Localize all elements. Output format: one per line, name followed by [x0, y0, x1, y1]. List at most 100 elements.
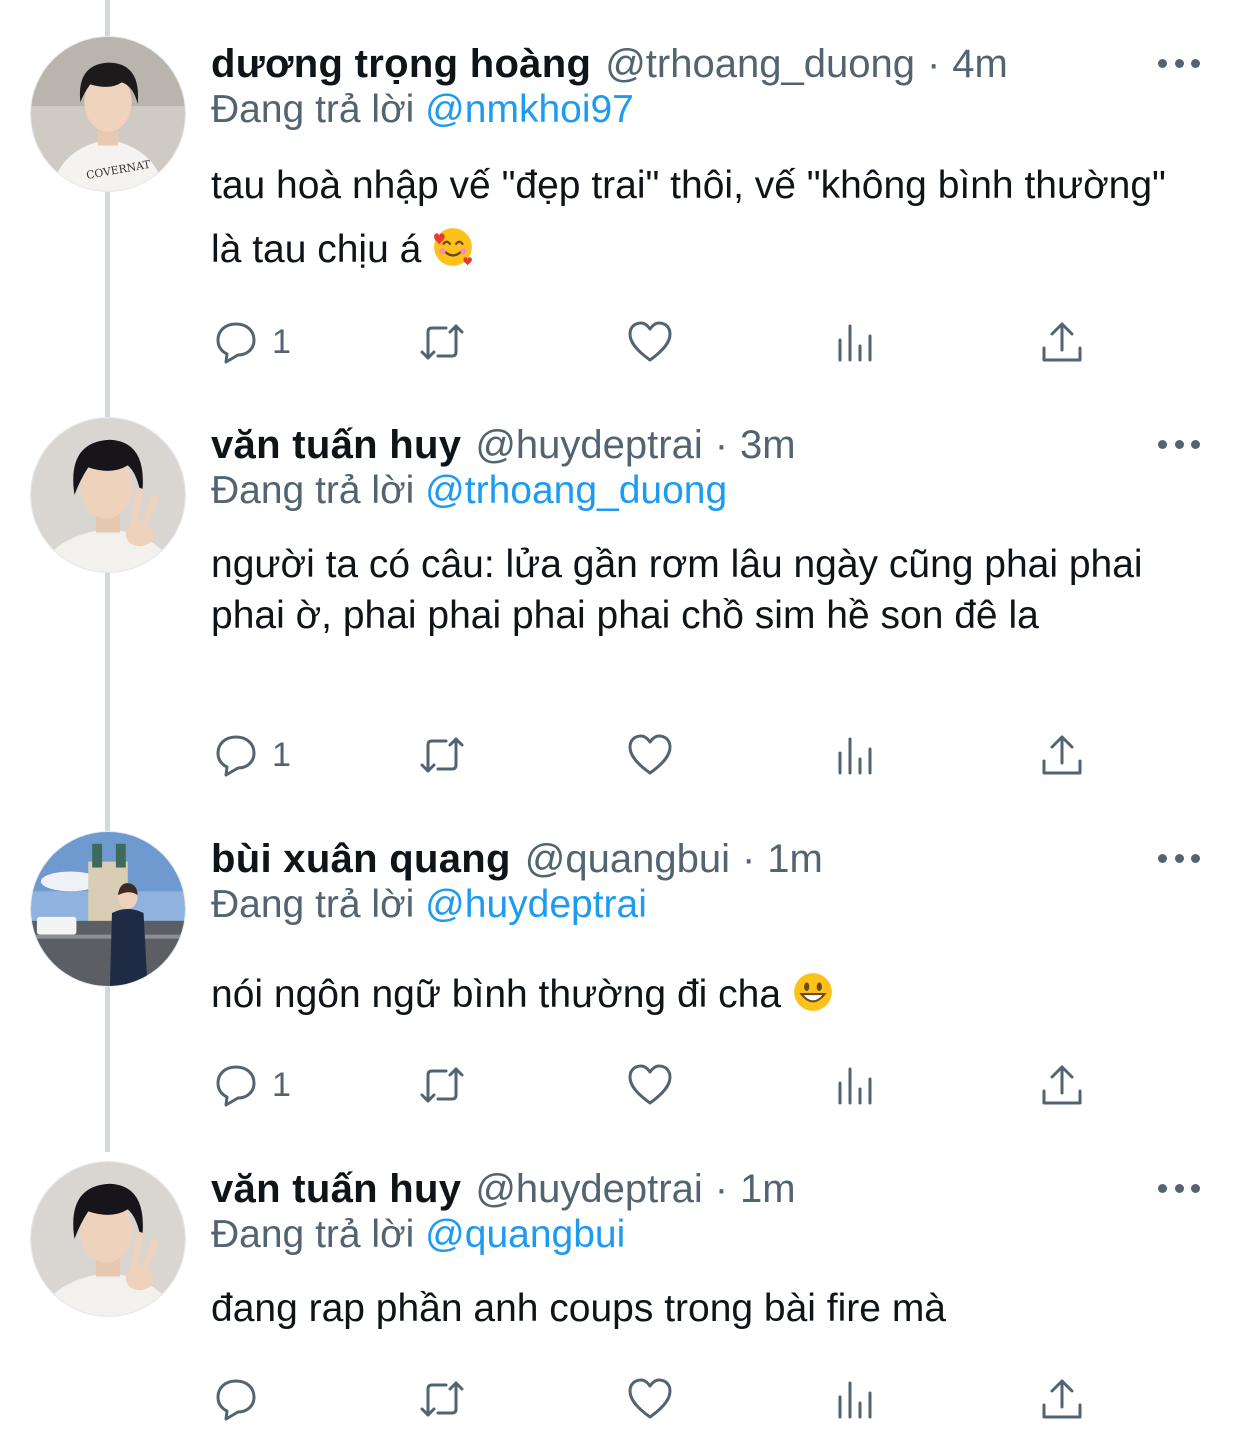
more-options-icon[interactable] [1158, 1173, 1200, 1203]
tweet-actions: 1 [0, 725, 1242, 785]
reply-icon [216, 322, 256, 364]
avatar[interactable]: COVERNAT [30, 36, 186, 192]
tweet-header: văn tuấn huy @huydeptrai · 3m [211, 415, 796, 475]
share-icon [1042, 1065, 1082, 1105]
like-button[interactable] [626, 312, 674, 372]
share-icon [1042, 735, 1082, 775]
retweet-icon [420, 737, 464, 773]
reply-icon [216, 1065, 256, 1107]
timestamp[interactable]: 1m [740, 1167, 796, 1212]
avatar[interactable] [30, 831, 186, 987]
reply-icon [216, 735, 256, 777]
tweet[interactable]: văn tuấn huy @huydeptrai · 3m Đang trả l… [0, 415, 1242, 795]
separator-dot: · [714, 1166, 729, 1211]
reply-button[interactable] [212, 1369, 272, 1429]
tweet-text: đang rap phần anh coups trong bài fire m… [211, 1281, 1201, 1337]
separator-dot: · [741, 836, 756, 881]
replying-to-label: Đang trả lời [211, 1213, 415, 1256]
like-button[interactable] [626, 1369, 674, 1429]
separator-dot: · [926, 41, 941, 86]
reply-to-mention[interactable]: @trhoang_duong [425, 469, 727, 512]
tweet-text-body: tau hoà nhập vế "đẹp trai" thôi, vế "khô… [211, 164, 1166, 271]
tweet[interactable]: văn tuấn huy @huydeptrai · 1m Đang trả l… [0, 1159, 1242, 1442]
more-options-icon[interactable] [1158, 843, 1200, 873]
tweet-text-body: nói ngôn ngữ bình thường đi cha [211, 973, 782, 1016]
reply-to-mention[interactable]: @huydeptrai [425, 883, 647, 926]
avatar[interactable] [30, 417, 186, 573]
replying-to: Đang trả lời @nmkhoi97 [211, 88, 634, 132]
grinning-face-icon [793, 973, 832, 1011]
retweet-button[interactable] [418, 725, 466, 785]
heart-icon [628, 321, 672, 362]
display-name[interactable]: văn tuấn huy [211, 423, 461, 468]
reply-to-mention[interactable]: @nmkhoi97 [425, 88, 634, 131]
share-button[interactable] [1038, 312, 1086, 372]
share-icon [1042, 322, 1082, 362]
display-name[interactable]: dương trọng hoàng [211, 42, 591, 87]
analytics-icon [838, 324, 872, 362]
reply-count: 1 [272, 322, 291, 361]
tweet-text: người ta có câu: lửa gần rơm lâu ngày cũ… [211, 539, 1201, 641]
tweet-header: bùi xuân quang @quangbui · 1m [211, 829, 823, 889]
replying-to: Đang trả lời @quangbui [211, 1213, 625, 1257]
tweet-text: nói ngôn ngữ bình thường đi cha [211, 967, 1201, 1023]
retweet-icon [420, 1067, 464, 1103]
tweet[interactable]: COVERNAT dương trọng hoàng @trhoang_duon… [0, 34, 1242, 384]
share-button[interactable] [1038, 725, 1086, 785]
reply-button[interactable]: 1 [212, 725, 291, 785]
heart-icon [628, 1064, 672, 1105]
tweet-actions: 1 [0, 312, 1242, 372]
timestamp[interactable]: 1m [767, 837, 823, 882]
tweet-actions: 1 [0, 1055, 1242, 1115]
share-button[interactable] [1038, 1055, 1086, 1115]
tweet-actions [0, 1369, 1242, 1429]
username[interactable]: @huydeptrai [475, 423, 702, 468]
analytics-icon [838, 1381, 872, 1419]
display-name[interactable]: văn tuấn huy [211, 1167, 461, 1212]
retweet-button[interactable] [418, 1369, 466, 1429]
reply-button[interactable]: 1 [212, 1055, 291, 1115]
retweet-icon [420, 1381, 464, 1417]
analytics-icon [838, 737, 872, 775]
replying-to: Đang trả lời @huydeptrai [211, 883, 647, 927]
more-options-icon[interactable] [1158, 48, 1200, 78]
analytics-button[interactable] [832, 312, 880, 372]
tweet-text-body: người ta có câu: lửa gần rơm lâu ngày cũ… [211, 543, 1143, 637]
timestamp[interactable]: 3m [740, 423, 796, 468]
retweet-icon [420, 324, 464, 360]
analytics-button[interactable] [832, 1055, 880, 1115]
separator-dot: · [714, 422, 729, 467]
more-options-icon[interactable] [1158, 429, 1200, 459]
retweet-button[interactable] [418, 1055, 466, 1115]
replying-to-label: Đang trả lời [211, 88, 415, 131]
analytics-icon [838, 1067, 872, 1105]
reply-icon [216, 1379, 256, 1421]
avatar[interactable] [30, 1161, 186, 1317]
reply-to-mention[interactable]: @quangbui [425, 1213, 625, 1256]
tweet-header: dương trọng hoàng @trhoang_duong · 4m [211, 34, 1008, 94]
username[interactable]: @huydeptrai [475, 1167, 702, 1212]
tweet[interactable]: bùi xuân quang @quangbui · 1m Đang trả l… [0, 829, 1242, 1129]
reply-button[interactable]: 1 [212, 312, 291, 372]
display-name[interactable]: bùi xuân quang [211, 837, 511, 882]
timestamp[interactable]: 4m [952, 42, 1008, 87]
heart-icon [628, 1378, 672, 1419]
replying-to-label: Đang trả lời [211, 883, 415, 926]
share-icon [1042, 1379, 1082, 1419]
replying-to-label: Đang trả lời [211, 469, 415, 512]
username[interactable]: @quangbui [525, 837, 730, 882]
reply-count: 1 [272, 735, 291, 774]
heart-icon [628, 734, 672, 775]
like-button[interactable] [626, 725, 674, 785]
smiling-face-with-hearts-icon [434, 228, 473, 266]
tweet-header: văn tuấn huy @huydeptrai · 1m [211, 1159, 796, 1219]
like-button[interactable] [626, 1055, 674, 1115]
retweet-button[interactable] [418, 312, 466, 372]
username[interactable]: @trhoang_duong [605, 42, 915, 87]
reply-count: 1 [272, 1065, 291, 1104]
analytics-button[interactable] [832, 725, 880, 785]
tweet-text-body: đang rap phần anh coups trong bài fire m… [211, 1287, 947, 1330]
analytics-button[interactable] [832, 1369, 880, 1429]
tweet-text: tau hoà nhập vế "đẹp trai" thôi, vế "khô… [211, 154, 1201, 282]
share-button[interactable] [1038, 1369, 1086, 1429]
